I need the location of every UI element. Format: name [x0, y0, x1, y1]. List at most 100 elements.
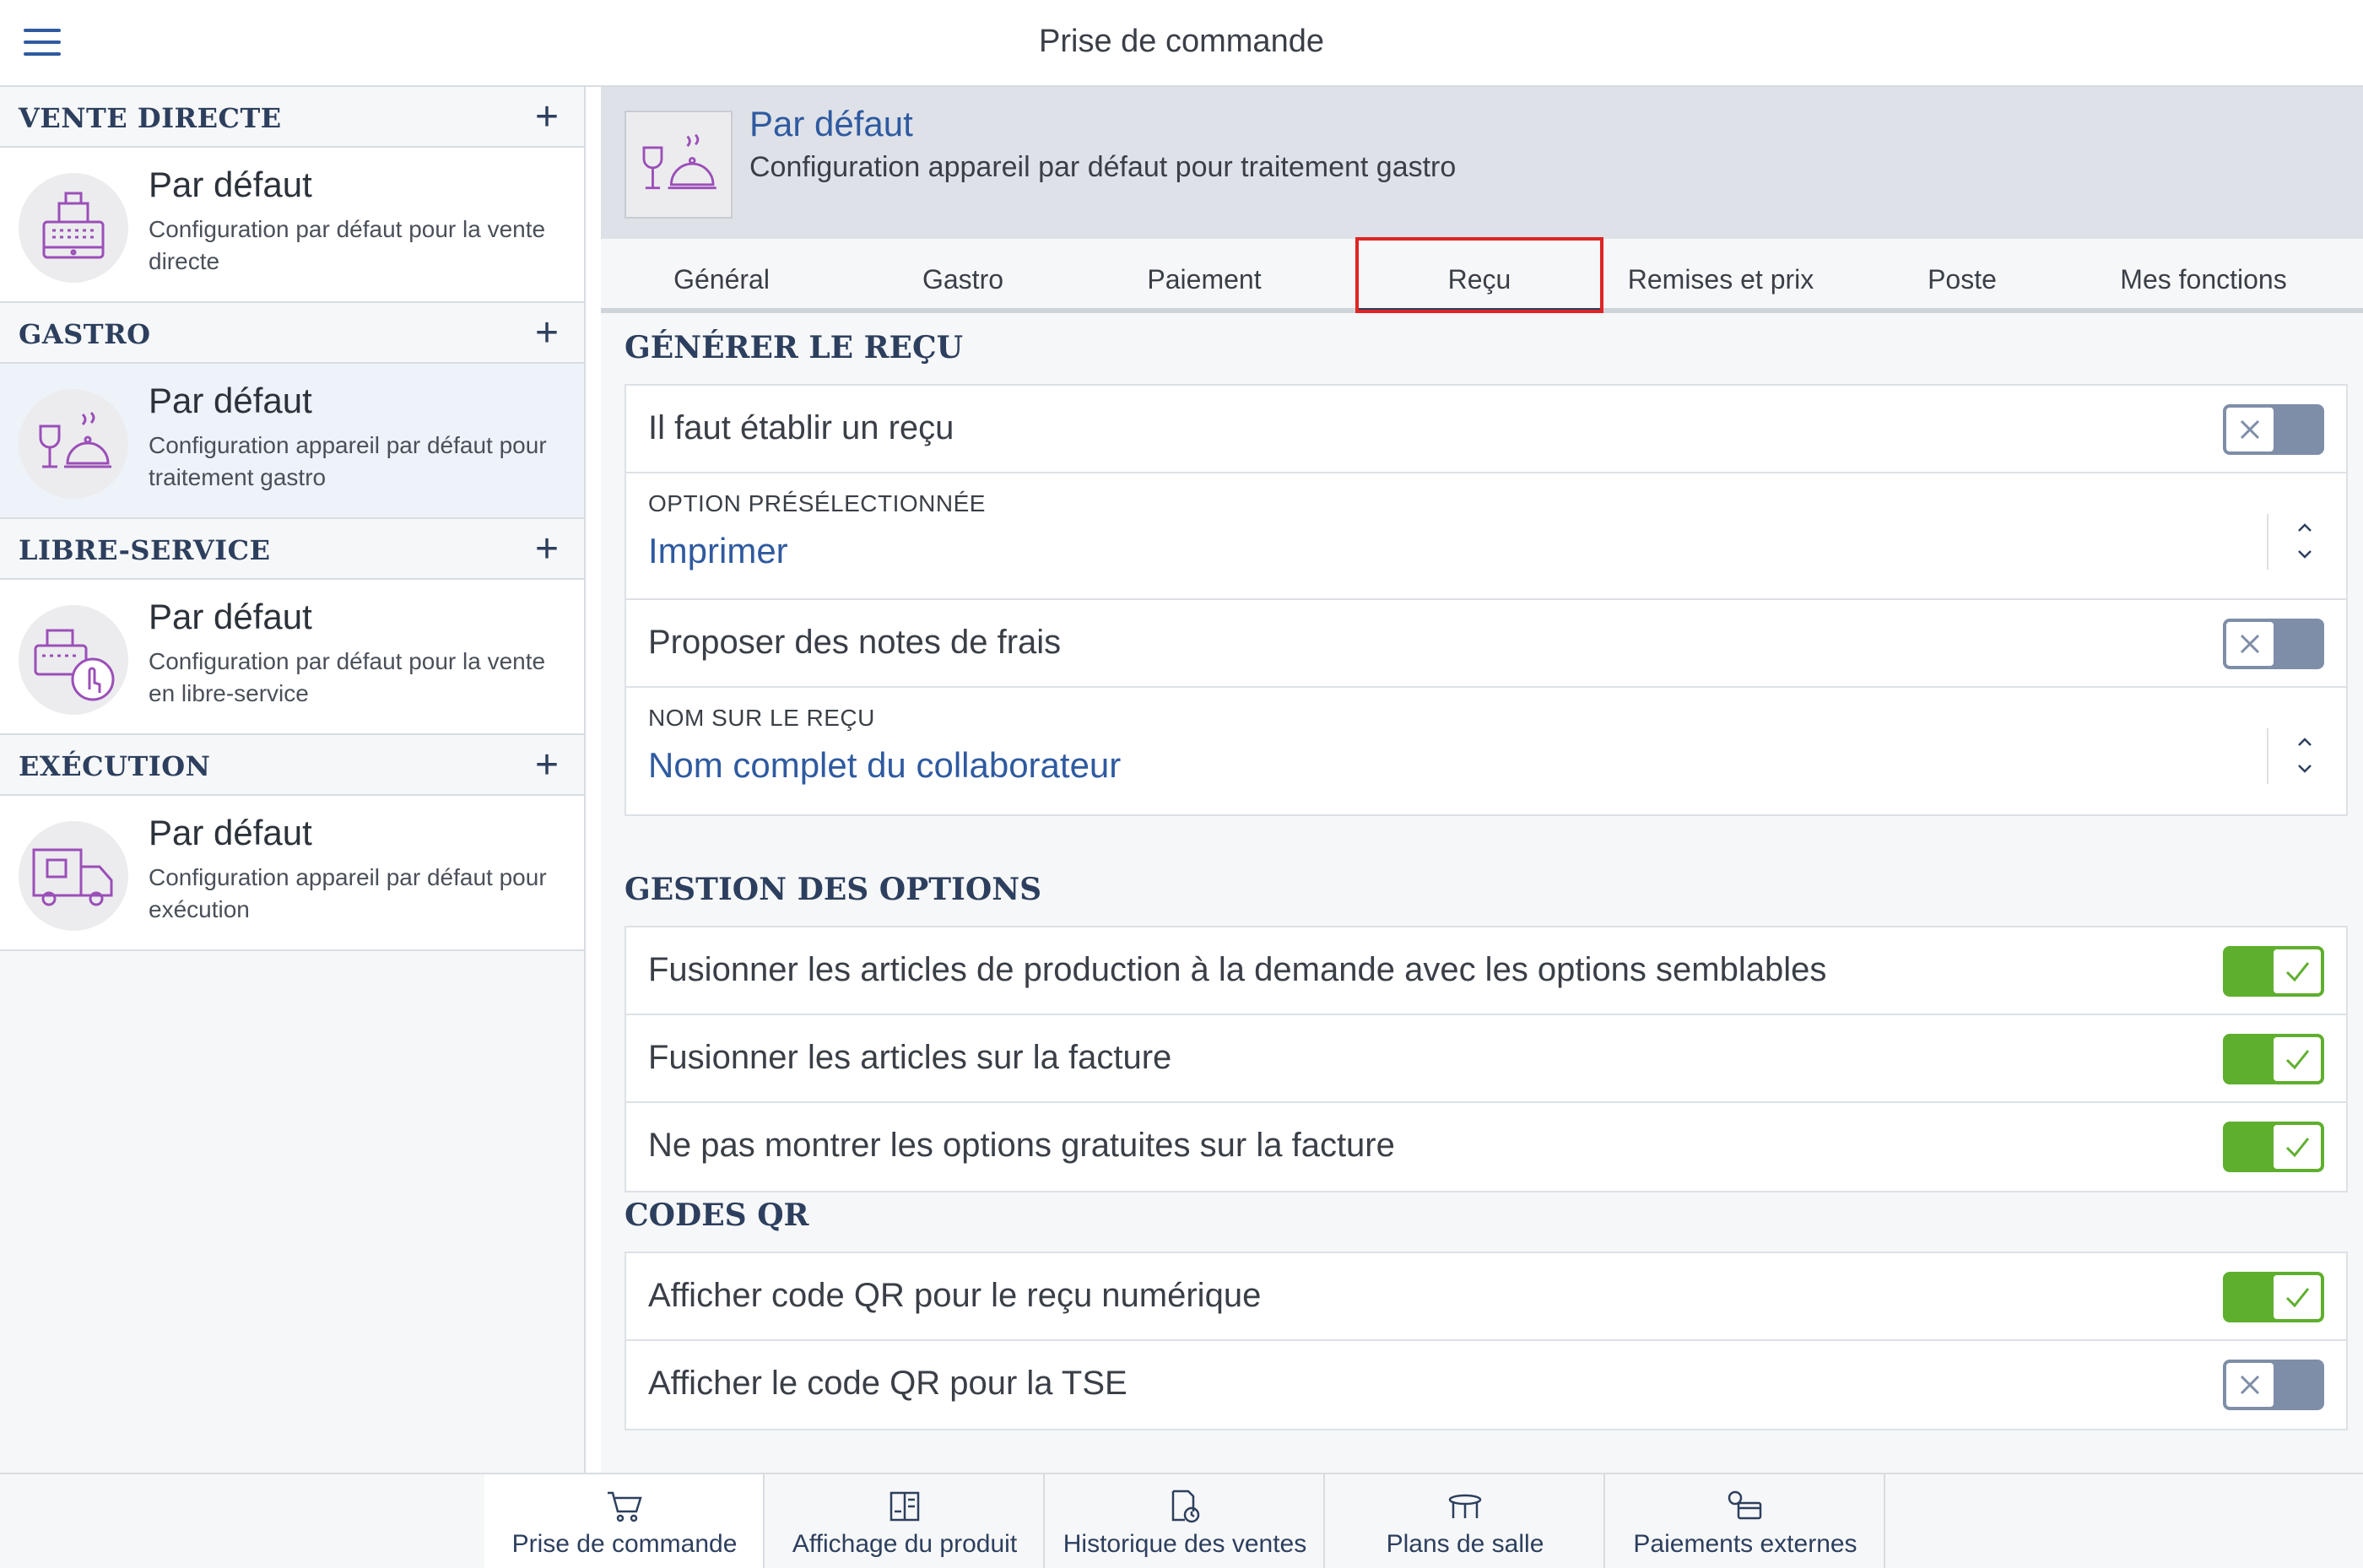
add-config-button[interactable]: +	[535, 94, 559, 140]
setting-label: Fusionner les articles de production à l…	[648, 951, 1827, 988]
wine-cloche-icon	[625, 111, 733, 219]
x-icon	[2225, 620, 2275, 668]
name-on-receipt-select[interactable]: Nom complet du collaborateur	[648, 745, 1121, 786]
setting-row: OPTION PRÉSÉLECTIONNÉE Imprimer	[626, 473, 2346, 600]
page-title: Prise de commande	[1039, 24, 1324, 59]
section-title-codes-qr: CODES QR	[625, 1198, 809, 1233]
nav-plans-de-salle[interactable]: Plans de salle	[1325, 1474, 1605, 1568]
setting-row: Fusionner les articles sur la facture	[626, 1015, 2346, 1103]
tab-bar: Général Gastro Paiement Reçu Remises et …	[601, 239, 2363, 313]
nav-prise-de-commande[interactable]: Prise de commande	[484, 1474, 765, 1568]
section-header-gastro: GASTRO +	[0, 303, 584, 364]
item-description: Configuration appareil par défaut pour t…	[149, 432, 547, 490]
must-receipt-toggle[interactable]	[2223, 404, 2324, 455]
setting-label: Fusionner les articles sur la facture	[648, 1039, 1172, 1076]
sidebar-item-execution[interactable]: Par défaut Configuration appareil par dé…	[0, 796, 584, 951]
receipt-settings-card: Il faut établir un reçu OPTION PRÉSÉLECT…	[625, 384, 2348, 816]
tab-gastro[interactable]: Gastro	[842, 239, 1084, 308]
item-title: Par défaut	[149, 813, 312, 852]
cash-register-icon	[19, 173, 128, 283]
table-icon	[1448, 1494, 1482, 1518]
setting-row: Afficher le code QR pour la TSE	[626, 1341, 2346, 1429]
sidebar: VENTE DIRECTE + Par défaut Configuration…	[0, 87, 586, 1473]
nav-label: Affichage du produit	[792, 1530, 1018, 1558]
sales-history-icon	[1171, 1490, 1200, 1523]
section-title: EXÉCUTION	[19, 750, 211, 782]
check-icon	[2272, 1273, 2322, 1321]
setting-label: NOM SUR LE REÇU	[648, 705, 875, 731]
setting-label: Afficher code QR pour le reçu numérique	[648, 1277, 1262, 1314]
expense-notes-toggle[interactable]	[2223, 619, 2324, 669]
check-icon	[2272, 1123, 2322, 1171]
item-title: Par défaut	[149, 165, 312, 204]
merge-invoice-items-toggle[interactable]	[2223, 1034, 2324, 1084]
setting-row: Ne pas montrer les options gratuites sur…	[626, 1103, 2346, 1191]
chevron-up-down-icon[interactable]	[2292, 516, 2317, 566]
wine-cloche-icon	[19, 389, 128, 499]
nav-affichage-du-produit[interactable]: Affichage du produit	[765, 1474, 1045, 1568]
setting-row: Il faut établir un reçu	[626, 386, 2346, 473]
check-icon	[2272, 948, 2322, 995]
check-icon	[2272, 1035, 2322, 1083]
cart-icon	[608, 1491, 642, 1522]
section-header-vente-directe: VENTE DIRECTE +	[0, 87, 584, 148]
chevron-up-down-icon[interactable]	[2292, 730, 2317, 781]
nav-historique-des-ventes[interactable]: Historique des ventes	[1045, 1474, 1325, 1568]
item-description: Configuration par défaut pour la vente e…	[149, 648, 546, 706]
item-title: Par défaut	[149, 597, 312, 636]
product-display-icon	[890, 1491, 920, 1522]
tab-paiement[interactable]: Paiement	[1084, 239, 1325, 308]
setting-label: Ne pas montrer les options gratuites sur…	[648, 1127, 1395, 1164]
nav-label: Paiements externes	[1633, 1530, 1857, 1558]
preselected-option-select[interactable]: Imprimer	[648, 531, 788, 571]
section-title: GASTRO	[19, 318, 151, 350]
sidebar-item-vente-directe[interactable]: Par défaut Configuration par défaut pour…	[0, 148, 584, 303]
nav-label: Prise de commande	[511, 1530, 738, 1558]
options-settings-card: Fusionner les articles de production à l…	[625, 926, 2348, 1192]
divider	[2267, 728, 2268, 784]
setting-row: NOM SUR LE REÇU Nom complet du collabora…	[626, 688, 2346, 814]
section-title-generer-recu: GÉNÉRER LE REÇU	[625, 330, 964, 365]
setting-label: Proposer des notes de frais	[648, 624, 1062, 661]
setting-label: Il faut établir un reçu	[648, 409, 954, 446]
tab-mes-fonctions[interactable]: Mes fonctions	[2083, 239, 2324, 308]
setting-row: Proposer des notes de frais	[626, 600, 2346, 688]
tab-poste[interactable]: Poste	[1841, 239, 2083, 308]
section-title: LIBRE-SERVICE	[19, 534, 271, 566]
section-title: VENTE DIRECTE	[19, 102, 282, 134]
config-header: Par défaut Configuration appareil par dé…	[601, 87, 2363, 239]
tab-general[interactable]: Général	[601, 239, 842, 308]
add-config-button[interactable]: +	[535, 526, 559, 572]
setting-label: OPTION PRÉSÉLECTIONNÉE	[648, 490, 986, 516]
qr-digital-receipt-toggle[interactable]	[2223, 1272, 2324, 1322]
setting-row: Fusionner les articles de production à l…	[626, 927, 2346, 1015]
self-service-icon	[19, 605, 128, 715]
main-panel: Par défaut Configuration appareil par dé…	[601, 87, 2363, 1473]
x-icon	[2225, 1361, 2275, 1408]
add-config-button[interactable]: +	[535, 310, 559, 356]
section-header-execution: EXÉCUTION +	[0, 735, 584, 796]
tab-remises-et-prix[interactable]: Remises et prix	[1600, 239, 1841, 308]
item-description: Configuration appareil par défaut pour e…	[149, 864, 547, 922]
divider	[2267, 514, 2268, 570]
config-title: Par défaut	[749, 104, 913, 143]
section-title-gestion-options: GESTION DES OPTIONS	[625, 872, 1042, 907]
nav-label: Historique des ventes	[1063, 1530, 1307, 1558]
qr-settings-card: Afficher code QR pour le reçu numérique …	[625, 1252, 2348, 1430]
item-description: Configuration par défaut pour la vente d…	[149, 216, 546, 274]
sidebar-item-gastro[interactable]: Par défaut Configuration appareil par dé…	[0, 364, 584, 519]
delivery-truck-icon	[19, 821, 128, 931]
qr-tse-toggle[interactable]	[2223, 1360, 2324, 1410]
section-header-libre-service: LIBRE-SERVICE +	[0, 519, 584, 580]
item-title: Par défaut	[149, 381, 312, 420]
nav-paiements-externes[interactable]: Paiements externes	[1605, 1474, 1885, 1568]
x-icon	[2225, 406, 2275, 453]
merge-production-items-toggle[interactable]	[2223, 946, 2324, 997]
bottom-navigation: Prise de commande Affichage du produit H…	[0, 1473, 2363, 1568]
config-subtitle: Configuration appareil par défaut pour t…	[749, 151, 1457, 183]
add-config-button[interactable]: +	[535, 742, 559, 788]
nav-label: Plans de salle	[1386, 1530, 1544, 1558]
hide-free-options-toggle[interactable]	[2223, 1122, 2324, 1172]
tab-recu[interactable]: Reçu	[1359, 239, 1600, 313]
sidebar-item-libre-service[interactable]: Par défaut Configuration par défaut pour…	[0, 580, 584, 735]
